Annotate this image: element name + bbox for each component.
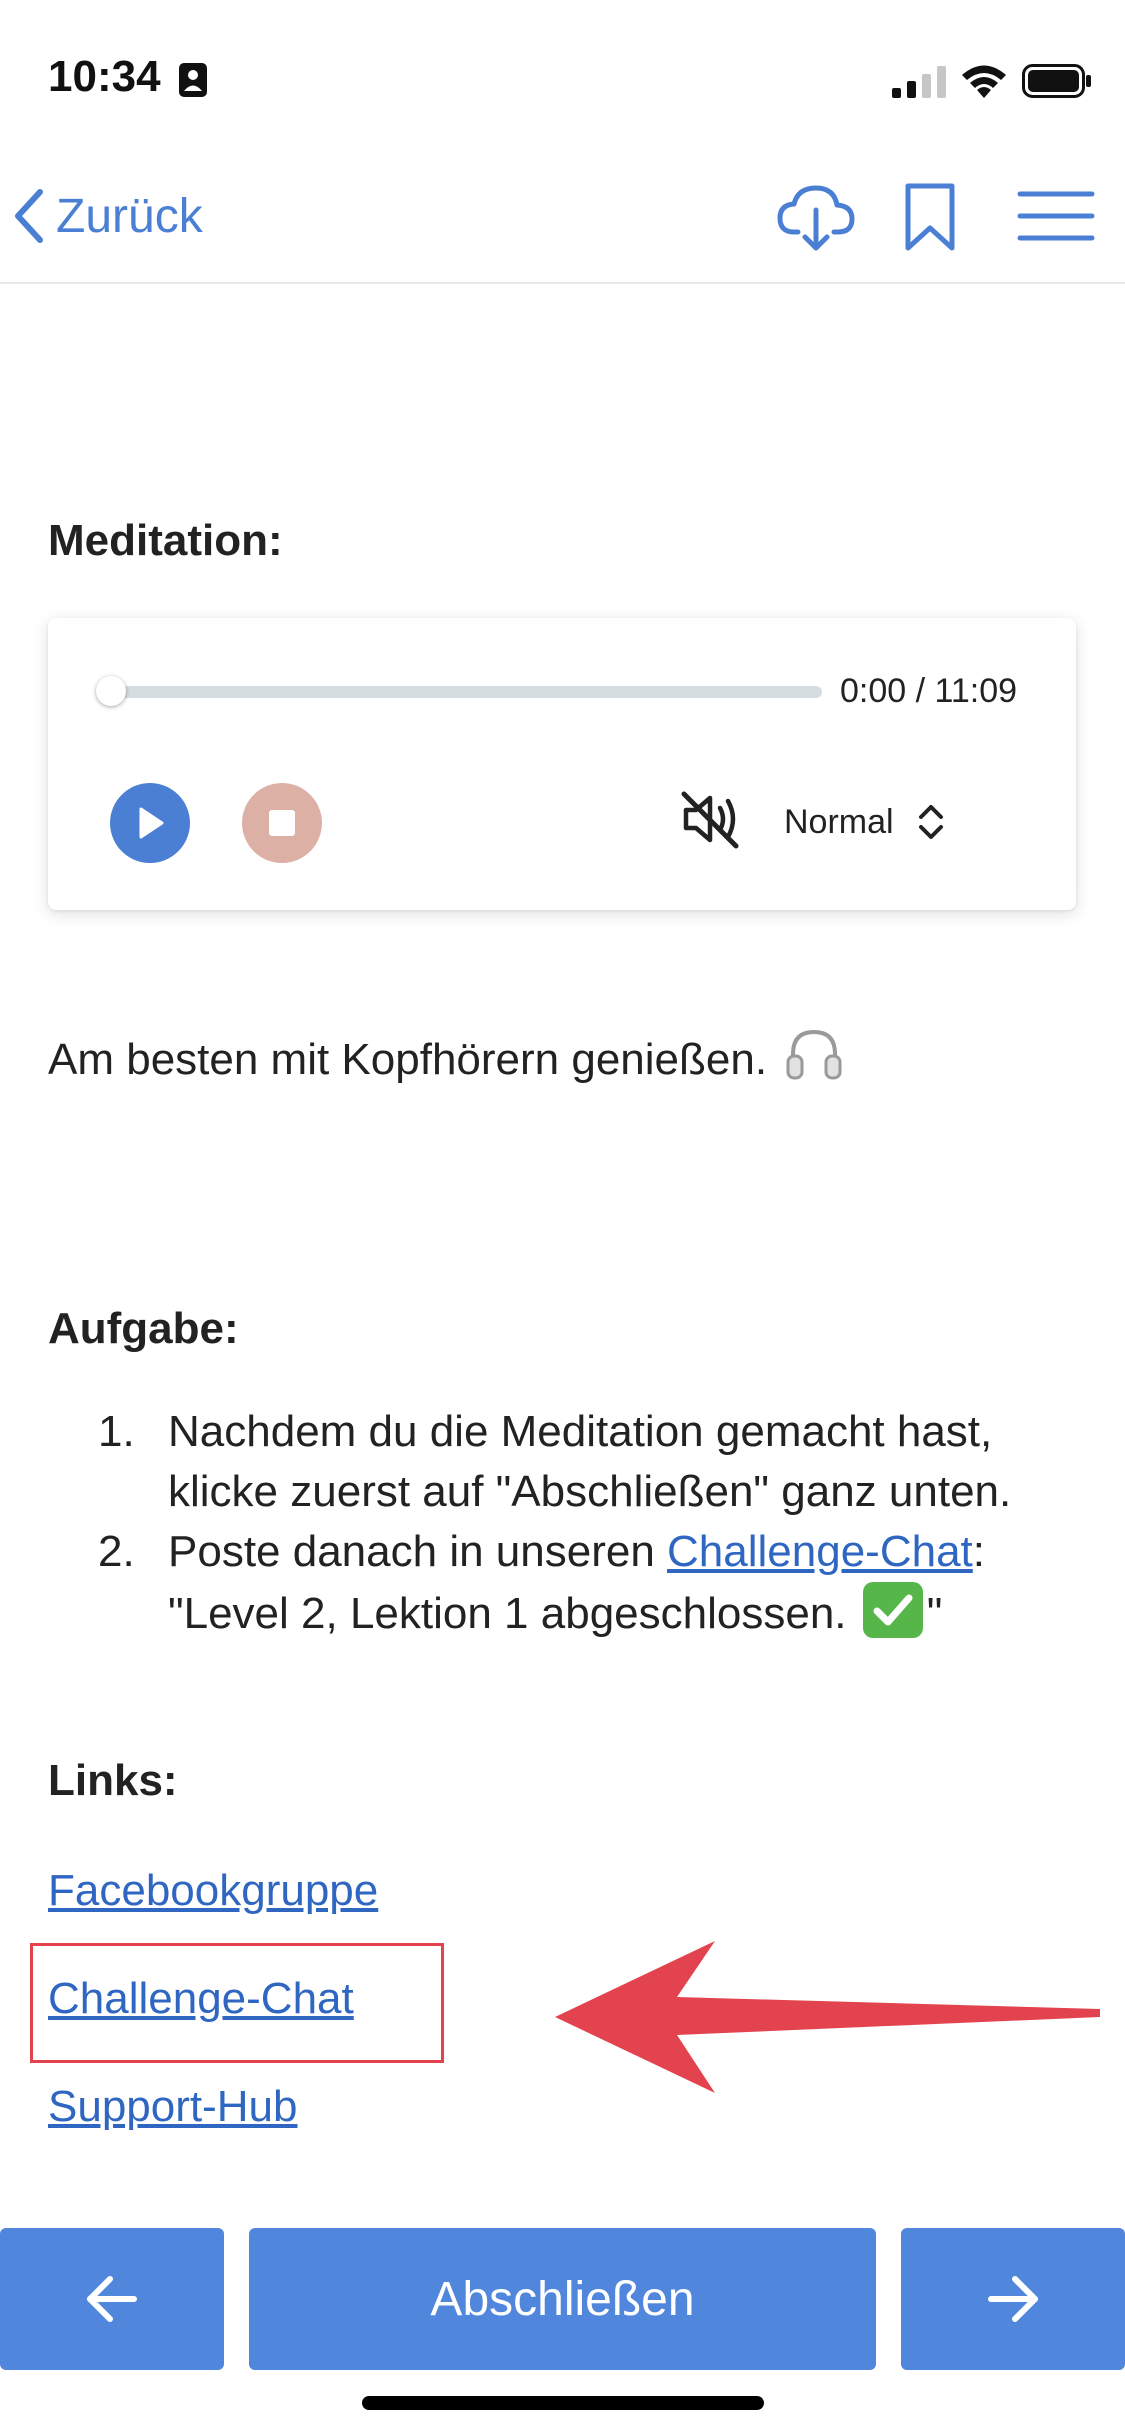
chevron-up-down-icon <box>918 805 943 839</box>
status-time: 10:34 <box>48 52 161 101</box>
task-item: 1. Nachdem du die Meditation gemacht has… <box>48 1402 1088 1522</box>
seek-bar[interactable] <box>96 686 822 698</box>
facebook-group-link[interactable]: Facebookgruppe <box>48 1866 378 1916</box>
meditation-heading: Meditation: <box>48 516 283 565</box>
task-list: 1. Nachdem du die Meditation gemacht has… <box>48 1402 1088 1644</box>
play-icon <box>139 807 164 839</box>
battery-icon <box>1022 64 1091 98</box>
stop-icon <box>269 810 295 836</box>
task-quote-end: " <box>926 1589 943 1638</box>
task-text-before: Poste danach in unseren <box>168 1527 668 1576</box>
red-arrow-annotation <box>555 1941 1100 2093</box>
bookmark-icon[interactable] <box>890 180 970 254</box>
audio-player: 0:00 / 11:09 Normal <box>48 618 1076 910</box>
back-label: Zurück <box>56 189 203 243</box>
task-number: 1. <box>98 1407 135 1456</box>
support-hub-link[interactable]: Support-Hub <box>48 2082 297 2132</box>
playback-speed-select[interactable]: Normal <box>784 794 948 850</box>
task-heading: Aufgabe: <box>48 1304 239 1353</box>
play-button[interactable] <box>110 783 190 863</box>
arrow-right-icon <box>988 2276 1038 2322</box>
check-mark-icon <box>862 1582 923 1638</box>
task-text-after: : <box>972 1527 986 1576</box>
task-quote-start: "Level 2, Lektion 1 abgeschlossen. <box>168 1589 859 1638</box>
back-button[interactable]: Zurück <box>10 180 203 252</box>
headphones-note: Am besten mit Kopfhörern genießen. <box>48 1026 843 1085</box>
cloud-download-icon[interactable] <box>776 180 856 254</box>
highlight-box <box>30 1943 444 2063</box>
previous-button[interactable] <box>0 2228 224 2370</box>
time-display: 0:00 / 11:09 <box>840 672 1018 710</box>
menu-icon[interactable] <box>1016 180 1096 254</box>
challenge-chat-inline-link[interactable]: Challenge-Chat <box>667 1527 973 1576</box>
task-text: Nachdem du die Meditation gemacht hast, … <box>168 1407 1012 1516</box>
task-number: 2. <box>98 1527 135 1576</box>
navigation-bar: Zurück <box>0 150 1125 284</box>
stop-button[interactable] <box>242 783 322 863</box>
playback-speed-value: Normal <box>784 802 894 841</box>
headphones-icon <box>786 1029 842 1080</box>
status-bar: 10:34 <box>0 0 1125 150</box>
speaker-muted-icon[interactable] <box>678 786 744 852</box>
seek-thumb[interactable] <box>96 676 126 706</box>
task-item: 2. Poste danach in unseren Challenge-Cha… <box>48 1522 1088 1644</box>
screen: 10:34 Zurück Meditation: 0:00 / 11:09 No… <box>0 0 1125 2436</box>
chevron-left-icon <box>15 189 43 243</box>
contact-card-icon <box>179 63 207 97</box>
arrow-left-icon <box>87 2276 137 2322</box>
home-indicator <box>362 2396 764 2410</box>
complete-button[interactable]: Abschließen <box>249 2228 876 2370</box>
next-button[interactable] <box>901 2228 1125 2370</box>
links-heading: Links: <box>48 1756 178 1805</box>
cellular-signal-icon <box>892 66 946 98</box>
headphones-note-text: Am besten mit Kopfhörern genießen. <box>48 1035 768 1084</box>
complete-button-label: Abschließen <box>430 2272 695 2326</box>
wifi-icon <box>962 65 1006 98</box>
